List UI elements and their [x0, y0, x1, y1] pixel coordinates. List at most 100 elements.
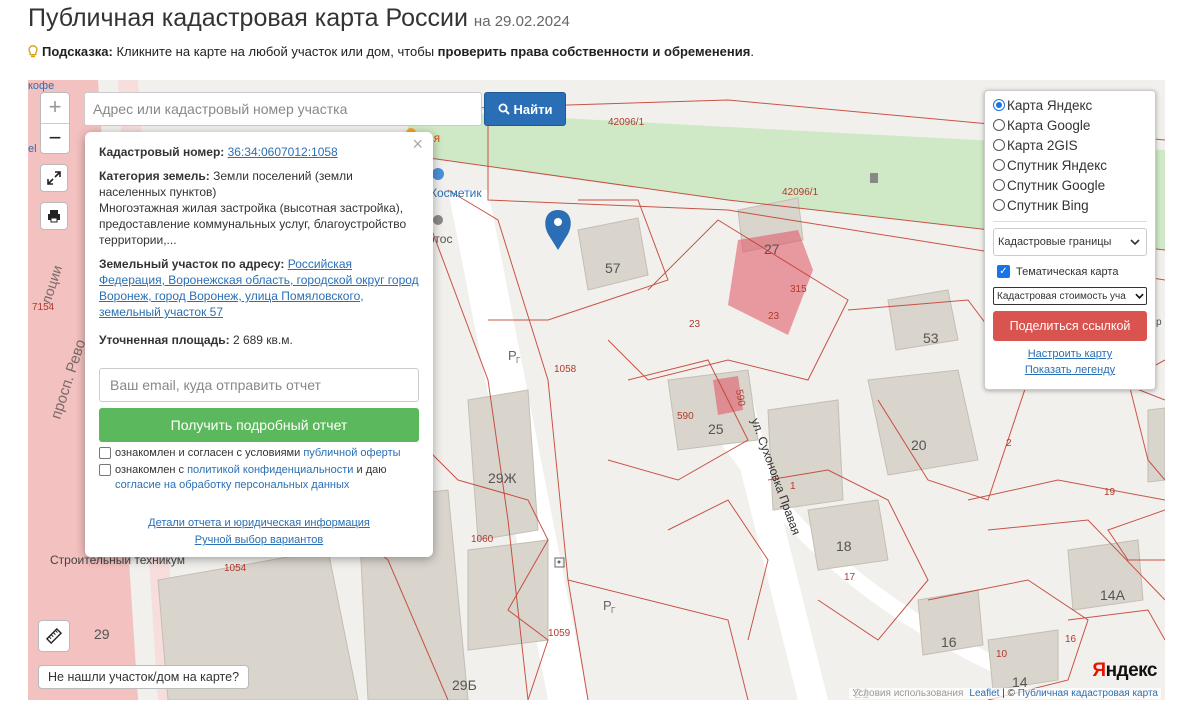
parcel-1054: 1054 [224, 563, 247, 574]
consent-privacy-label: ознакомлен с [115, 464, 185, 476]
parcel-info-popup: × Кадастровый номер: 36:34:0607012:1058 … [85, 132, 433, 557]
base-map-option[interactable]: Спутник Bing [993, 195, 1147, 215]
ruler-button[interactable] [38, 620, 70, 652]
area-value: 2 689 кв.м. [232, 333, 293, 347]
terms-text: Условия использования [852, 688, 964, 699]
configure-map-link[interactable]: Настроить карту [993, 348, 1147, 360]
consent-privacy-row: ознакомлен с политикой конфиденциальност… [99, 463, 419, 493]
personal-data-consent-link[interactable]: согласие на обработку персональных данны… [115, 479, 349, 491]
printer-icon [48, 210, 60, 223]
house-25: 25 [708, 421, 724, 437]
parcel-1059: 1059 [548, 628, 571, 639]
parcel-42096-1-a: 42096/1 [608, 117, 645, 128]
parcel-7154: 7154 [32, 302, 55, 313]
not-found-button[interactable]: Не нашли участок/дом на карте? [38, 665, 250, 689]
privacy-policy-link[interactable]: политикой конфиденциальности [187, 464, 353, 476]
email-field[interactable] [99, 368, 419, 402]
print-button[interactable] [40, 202, 68, 230]
boundaries-select[interactable]: Кадастровые границы [993, 228, 1147, 256]
close-icon[interactable]: × [412, 135, 423, 153]
cadastral-number-row: Кадастровый номер: 36:34:0607012:1058 [99, 144, 419, 160]
parcel-1060: 1060 [471, 534, 494, 545]
parcel-590-a: 590 [677, 411, 694, 422]
yandex-logo: Яндекс [1092, 660, 1157, 682]
base-map-label: Спутник Bing [1007, 197, 1089, 213]
zoom-in-button[interactable]: + [41, 93, 69, 123]
map-attribution: Условия использования Leaflet | © Публичн… [849, 688, 1161, 699]
parcel-1: 1 [790, 481, 796, 492]
thematic-map-row[interactable]: ✓ Тематическая карта [997, 265, 1147, 278]
yandex-logo-first: Я [1092, 660, 1106, 681]
map-label-cosmetics: Косметик [430, 186, 482, 200]
hint-end: . [750, 44, 754, 59]
base-map-option[interactable]: Карта 2GIS [993, 135, 1147, 155]
address-label: Земельный участок по адресу: [99, 257, 285, 271]
share-link-button[interactable]: Поделиться ссылкой [993, 311, 1147, 341]
cadastral-number-label: Кадастровый номер: [99, 145, 225, 159]
consent-offer-row: ознакомлен и согласен с условиями публич… [99, 446, 419, 461]
lightbulb-icon [28, 45, 38, 58]
layers-panel: Карта Яндекс Карта Google Карта 2GIS Спутни… [984, 90, 1156, 390]
radio-button[interactable] [993, 99, 1005, 111]
consent-privacy-text: ознакомлен с политикой конфиденциальност… [115, 463, 419, 493]
radio-button[interactable] [993, 119, 1005, 131]
report-details-link[interactable]: Детали отчета и юридическая информация [148, 517, 370, 529]
search-input[interactable] [84, 92, 482, 126]
cosmetics-poi-icon [432, 168, 444, 180]
cadastral-map[interactable]: кофе el Юзя Косметик отос просп. Рево ло… [28, 80, 1165, 700]
search-button[interactable]: Найти [484, 92, 566, 126]
consent-offer-checkbox[interactable] [99, 447, 111, 459]
house-57: 57 [605, 260, 621, 276]
base-map-option[interactable]: Карта Яндекс [993, 95, 1147, 115]
zoom-out-button[interactable]: − [41, 123, 69, 153]
expand-icon [47, 171, 61, 185]
thematic-map-label: Тематическая карта [1016, 265, 1119, 278]
parcel-2: 2 [1006, 438, 1012, 449]
map-label-cafe: кофе [28, 80, 54, 92]
radio-button[interactable] [993, 199, 1005, 211]
land-category-label: Категория земель: [99, 169, 210, 183]
parcel-1058: 1058 [554, 364, 577, 375]
parcel-16: 16 [1065, 634, 1077, 645]
chevron-down-icon [1135, 293, 1144, 299]
public-offer-link[interactable]: публичной оферты [303, 447, 400, 459]
permitted-use: Многоэтажная жилая застройка (высотная з… [99, 201, 407, 247]
chevron-down-icon [1130, 239, 1140, 245]
manual-selection-link[interactable]: Ручной выбор вариантов [195, 534, 323, 546]
get-report-button[interactable]: Получить подробный отчет [99, 408, 419, 442]
base-map-label: Карта Яндекс [1007, 97, 1093, 113]
base-map-label: Карта 2GIS [1007, 137, 1078, 153]
attribution-separator: | © [999, 688, 1018, 699]
page-title-text: Публичная кадастровая карта России [28, 4, 468, 32]
map-label-right-edge: р [1156, 317, 1162, 328]
poi-icon [433, 215, 443, 225]
land-category-row: Категория земель: Земли поселений (земли… [99, 168, 419, 200]
hint-bold-text: проверить права собственности и обремене… [437, 44, 751, 59]
radio-button[interactable] [993, 179, 1005, 191]
show-legend-link[interactable]: Показать легенду [993, 364, 1147, 376]
radio-button[interactable] [993, 139, 1005, 151]
base-map-option[interactable]: Спутник Google [993, 175, 1147, 195]
leaflet-link[interactable]: Leaflet [969, 688, 999, 699]
base-map-option[interactable]: Спутник Яндекс [993, 155, 1147, 175]
search-button-label: Найти [513, 101, 553, 117]
layers-divider [993, 221, 1147, 222]
consent-offer-text: ознакомлен и согласен с условиями публич… [115, 446, 401, 461]
house-14a: 14А [1100, 587, 1126, 603]
house-20: 20 [911, 437, 927, 453]
consent-privacy-checkbox[interactable] [99, 464, 111, 476]
parcel-23-a: 23 [689, 319, 701, 330]
thematic-map-checkbox[interactable]: ✓ [997, 265, 1010, 278]
yandex-logo-rest: ндекс [1105, 660, 1158, 681]
house-18: 18 [836, 538, 852, 554]
search-icon [498, 103, 510, 115]
fullscreen-button[interactable] [40, 164, 68, 192]
page-title: Публичная кадастровая карта России на 29.… [28, 4, 570, 33]
radio-button[interactable] [993, 159, 1005, 171]
parcel-42096-1-b: 42096/1 [782, 187, 819, 198]
cadastral-number-link[interactable]: 36:34:0607012:1058 [228, 145, 338, 159]
cadastral-map-link[interactable]: Публичная кадастровая карта [1018, 688, 1158, 699]
page-date: на 29.02.2024 [473, 13, 570, 30]
thematic-select[interactable]: Кадастровая стоимость уча [993, 287, 1147, 305]
base-map-option[interactable]: Карта Google [993, 115, 1147, 135]
